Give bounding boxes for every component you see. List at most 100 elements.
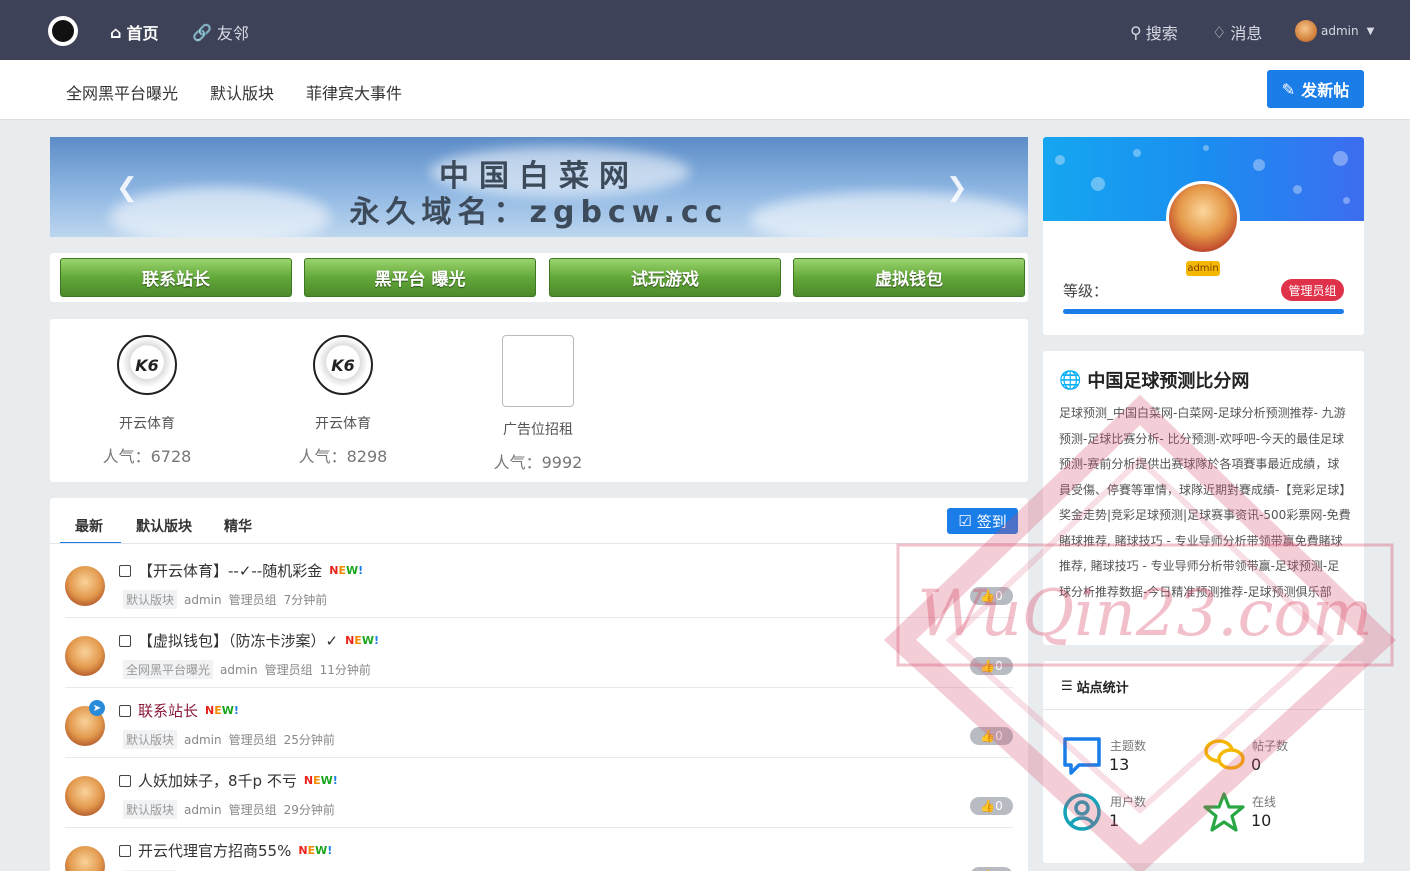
trial-game-button[interactable]: 试玩游戏 [549,258,781,297]
checkbox[interactable] [119,844,131,857]
like-count[interactable]: 👍0 [970,797,1013,815]
site-title: 🌐 中国足球预测比分网 [1059,369,1250,393]
new-badge: NEW! [345,634,379,647]
thread-group: 管理员组 [264,663,313,677]
user-circle-icon [1063,793,1101,831]
tab-featured[interactable]: 精华 [224,516,252,536]
checkbox[interactable] [119,564,131,577]
thread-author[interactable]: admin [220,663,258,677]
thumbs-up-icon: 👍 [980,589,996,603]
thumbs-up-icon: 👍 [980,729,996,743]
tab-default-board[interactable]: 默认版块 [136,516,192,536]
messages-button[interactable]: ♢ 消息 [1212,20,1262,44]
thread-category[interactable]: 默认版块 [123,590,178,609]
globe-icon: 🌐 [1059,369,1082,391]
contact-admin-button[interactable]: 联系站长 [60,258,292,297]
ad-item[interactable]: 广告位招租 人气：9992 [458,335,618,473]
thread-time: 11分钟前 [319,663,371,677]
avatar[interactable] [65,566,105,606]
quick-links-bar: 联系站长 黑平台 曝光 试玩游戏 虚拟钱包 [50,253,1028,302]
avatar[interactable] [65,776,105,816]
like-count[interactable]: 👍0 [970,587,1013,605]
nav-home[interactable]: ⌂ 首页 [110,20,158,44]
new-badge: NEW! [329,564,364,577]
carousel-prev-icon[interactable]: ❮ [116,173,138,203]
user-menu[interactable]: admin ▼ [1295,20,1374,42]
thumbs-up-icon: 👍 [980,659,996,673]
avatar[interactable] [65,636,105,676]
thread-row[interactable]: ➤ 联系站长 NEW! 默认版块 admin 管理员组 25分钟前 👍 0 [65,688,1013,758]
stat-posts: 帖子数 0 [1203,735,1333,781]
search-button[interactable]: ⚲ 搜索 [1130,20,1178,44]
server-icon: ☰ [1061,679,1073,694]
subnav-item[interactable]: 全网黑平台曝光 [66,80,178,104]
thread-meta: 默认版块 admin 管理员组 7分钟前 [123,590,327,609]
thread-title[interactable]: 【开云体育】--✓--随机彩金 NEW! [119,560,363,581]
checkbox[interactable] [119,774,131,787]
checkbox[interactable] [119,634,131,647]
calendar-check-icon: ☑ [958,512,972,530]
ad-logo: K6 [313,335,373,395]
username-tag: admin [1186,261,1220,276]
tab-latest[interactable]: 最新 [75,516,103,536]
like-count[interactable]: 👍0 [970,727,1013,745]
thread-list-card: 最新 默认版块 精华 ☑ 签到 【开云体育】--✓--随机彩金 NEW! 默认版块 a… [50,498,1028,871]
search-icon: ⚲ [1130,22,1142,42]
thread-category[interactable]: 全网黑平台曝光 [123,660,214,679]
avatar[interactable] [1166,181,1240,255]
checkbox[interactable] [119,704,131,717]
thread-row[interactable]: 【开云体育】--✓--随机彩金 NEW! 默认版块 admin 管理员组 7分钟前 👍 0 [65,548,1013,618]
stat-users: 用户数 1 [1061,791,1191,837]
new-badge: NEW! [298,844,333,857]
thread-category[interactable]: 默认版块 [123,730,178,749]
bell-icon: ♢ [1212,22,1227,42]
thread-author[interactable]: admin [184,803,222,817]
thread-author[interactable]: admin [184,733,222,747]
virtual-wallet-button[interactable]: 虚拟钱包 [793,258,1025,297]
thread-row[interactable]: 【虚拟钱包】（防冻卡涉案）✓ NEW! 全网黑平台曝光 admin 管理员组 11分钟前 👍… [65,618,1013,688]
thread-time: 29分钟前 [283,803,335,817]
chats-icon [1204,739,1245,770]
caret-down-icon: ▼ [1366,25,1375,37]
new-badge: NEW! [303,774,338,787]
nav-links[interactable]: 🔗 友邻 [192,20,249,44]
like-count[interactable]: 👍0 [970,657,1013,675]
sign-in-button[interactable]: ☑ 签到 [947,508,1018,534]
ad-item[interactable]: K6 开云体育 人气：8298 [263,335,423,467]
ad-logo: K6 [117,335,177,395]
edit-icon: ✎ [1281,79,1296,99]
banner-text: 永久域名：zgbcw.cc [349,195,729,230]
thread-author[interactable]: admin [184,593,222,607]
site-logo[interactable] [48,16,78,46]
thread-meta: 默认版块 admin 管理员组 25分钟前 [123,730,335,749]
banner-carousel[interactable]: 中国白菜网 永久域名：zgbcw.cc ❮ ❯ [50,137,1028,237]
carousel-next-icon[interactable]: ❯ [946,173,968,203]
blacklist-button[interactable]: 黑平台 曝光 [304,258,536,297]
forum-subnav: 全网黑平台曝光 默认版块 菲律宾大事件 [0,60,1410,120]
broken-image-icon [502,335,574,407]
subnav-item[interactable]: 默认版块 [210,80,274,104]
site-description: 足球预测_中国白菜网-白菜网-足球分析预测推荐- 九游预测-足球比赛分析- 比分… [1059,406,1351,599]
stats-title: ☰ 站点统计 [1061,679,1129,696]
subnav-item[interactable]: 菲律宾大事件 [306,80,402,104]
thread-title[interactable]: 联系站长 NEW! [119,700,239,721]
thread-meta: 全网黑平台曝光 admin 管理员组 11分钟前 [123,660,371,679]
divider [50,543,1028,544]
new-post-button[interactable]: ✎ 发新帖 [1267,70,1364,108]
thread-row[interactable]: 开云代理官方招商55%NEW!默认版块admin管理员组👍0 [65,828,1013,871]
divider [1043,709,1364,710]
ad-item[interactable]: K6 开云体育 人气：6728 [67,335,227,467]
chat-icon [1063,737,1101,775]
star-icon [1203,792,1245,832]
thread-title[interactable]: 人妖加妹子，8千p 不亏 NEW! [119,770,338,791]
thread-row[interactable]: 人妖加妹子，8千p 不亏 NEW! 默认版块 admin 管理员组 29分钟前 👍 0 [65,758,1013,828]
thread-category[interactable]: 默认版块 [123,800,178,819]
thread-title[interactable]: 【虚拟钱包】（防冻卡涉案）✓ NEW! [119,630,379,651]
top-navbar: ⌂ 首页 🔗 友邻 ⚲ 搜索 ♢ 消息 admin ▼ [0,0,1410,60]
thread-group: 管理员组 [228,593,277,607]
like-count[interactable]: 👍0 [970,867,1013,871]
avatar[interactable] [65,846,105,871]
thread-title[interactable]: 开云代理官方招商55% NEW! [119,840,332,861]
group-badge: 管理员组 [1281,279,1344,301]
level-progress-bar [1063,309,1344,314]
